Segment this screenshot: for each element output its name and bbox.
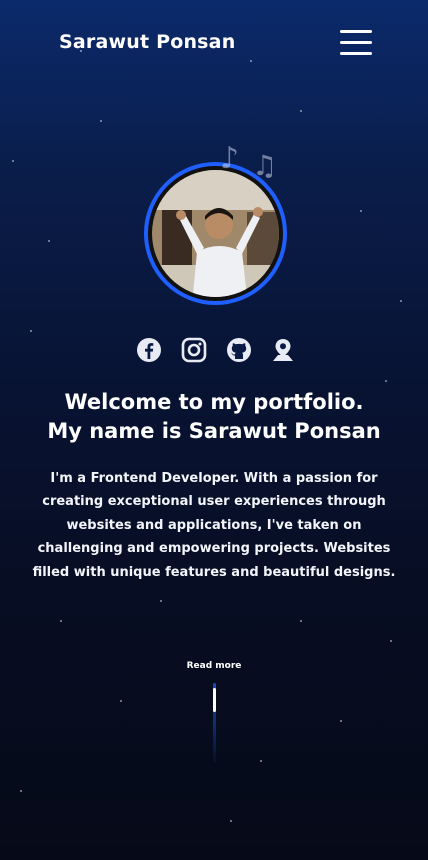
top-nav: Sarawut Ponsan [0,0,428,86]
avatar [144,162,287,305]
profile-section [144,162,287,305]
scroll-indicator-thumb [213,688,216,712]
hamburger-menu-icon[interactable] [340,30,372,56]
headline-line-2: My name is Sarawut Ponsan [47,419,381,443]
headline-line-1: Welcome to my portfolio. [64,390,364,414]
music-note-secondary-icon: ♫ [252,149,278,182]
social-links [136,337,296,367]
github-icon[interactable] [226,337,252,363]
profile-photo-illustration [152,170,279,297]
brand-name[interactable]: Sarawut Ponsan [59,31,235,53]
music-notes-icon: ♪ [220,141,240,176]
hero-headline: Welcome to my portfolio. My name is Sara… [0,388,428,446]
intro-paragraph: I'm a Frontend Developer. With a passion… [32,471,396,580]
facebook-icon[interactable] [136,337,162,363]
instagram-icon[interactable] [181,337,207,363]
profile-photo [152,170,279,297]
read-more-link[interactable]: Read more [0,661,428,671]
location-icon[interactable] [270,337,296,363]
